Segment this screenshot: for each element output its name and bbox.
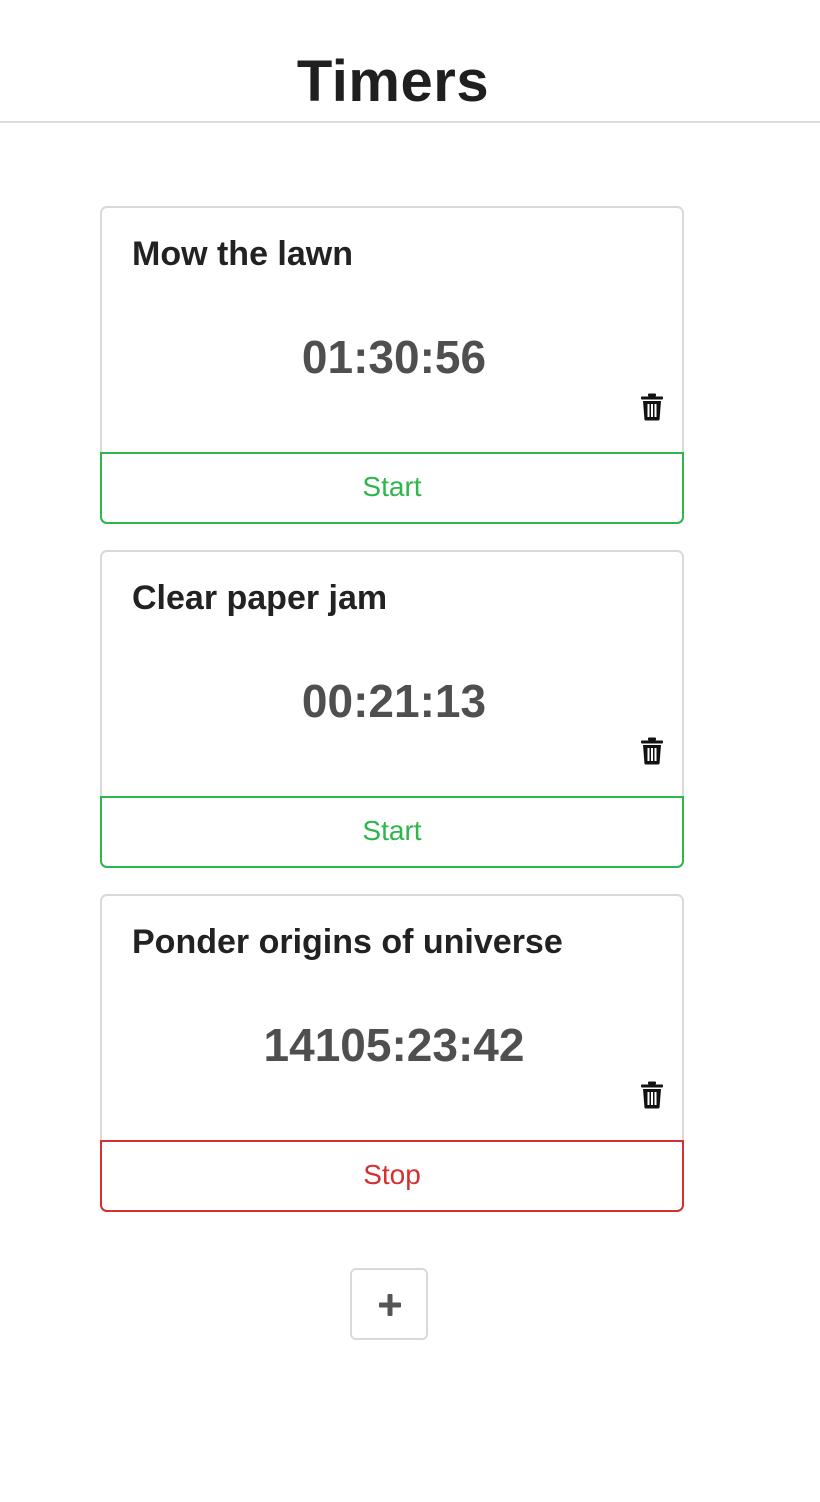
add-timer-button[interactable] — [350, 1268, 428, 1340]
page-title: Timers — [296, 49, 490, 114]
stop-button[interactable]: Stop — [100, 1140, 684, 1212]
timer-elapsed-time: 14105:23:42 — [263, 1019, 525, 1071]
timer-title: Mow the lawn — [132, 235, 353, 273]
plus-icon — [379, 1294, 401, 1316]
page-header: Timers — [0, 0, 820, 123]
timer-title: Clear paper jam — [132, 579, 388, 617]
start-button[interactable]: Start — [100, 796, 684, 868]
timer-title: Ponder origins of universe — [132, 923, 563, 961]
timer-card: Mow the lawn 01:30:56 Start — [100, 206, 684, 524]
timer-list: Mow the lawn 01:30:56 Start Clear paper … — [100, 206, 684, 1238]
start-button[interactable]: Start — [100, 452, 684, 524]
trash-icon[interactable] — [640, 1081, 664, 1109]
trash-icon[interactable] — [640, 737, 664, 765]
trash-icon[interactable] — [640, 393, 664, 421]
timer-card: Ponder origins of universe 14105:23:42 S… — [100, 894, 684, 1212]
timer-card: Clear paper jam 00:21:13 Start — [100, 550, 684, 868]
timer-elapsed-time: 01:30:56 — [301, 331, 487, 383]
timer-elapsed-time: 00:21:13 — [301, 675, 487, 727]
